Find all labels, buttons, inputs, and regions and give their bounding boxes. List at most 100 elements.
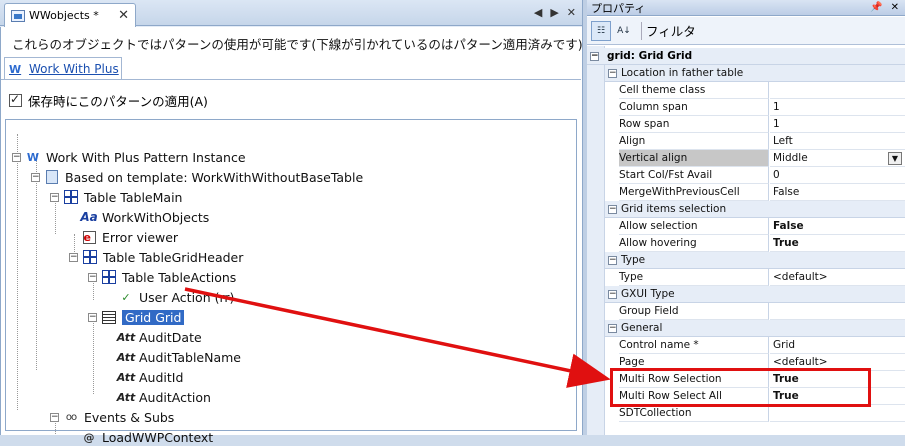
pin-icon[interactable]: 📌 [870,2,882,13]
property-category[interactable]: − Type [605,252,905,269]
tree-node-events[interactable]: − oo Events & Subs [50,408,174,426]
filter-button[interactable]: フィルタ [646,21,696,40]
collapse-icon[interactable]: − [608,69,617,78]
collapse-icon[interactable]: − [608,256,617,265]
property-row[interactable]: Start Col/Fst Avail 0 [605,167,905,184]
tree-node-text-block[interactable]: Aa WorkWithObjects [80,208,210,226]
pattern-description: これらのオブジェクトではパターンの使用が可能です(下線が引かれているのはパターン… [12,37,583,52]
tree-node-label: Error viewer [102,229,179,245]
tree-node-attribute[interactable]: Att AuditId [116,368,184,386]
categorized-icon[interactable]: ☷ [591,20,611,41]
property-key: Vertical align [619,150,769,167]
collapse-icon[interactable]: − [608,205,617,214]
tree-node-load-context[interactable]: @ LoadWWPContext [81,428,214,446]
tree-node-label: AuditTableName [139,349,241,365]
tree-node-template[interactable]: − Based on template: WorkWithWithoutBase… [31,168,363,186]
property-row[interactable]: Allow hovering True [605,235,905,252]
tree-node-user-action[interactable]: ✓ User Action (rr) [118,288,234,306]
collapse-icon[interactable]: − [88,312,97,322]
tree-node-attribute[interactable]: Att AuditAction [117,388,211,406]
tab-divider [1,79,581,80]
tree-node-attribute[interactable]: Att AuditTableName [117,348,241,366]
property-row[interactable]: Vertical align Middle ▼ [605,150,905,167]
tree-line [36,154,37,370]
document-window: WWobjects * ✕ ◀ ▶ ✕ これらのオブジェクトではパターンの使用が… [0,0,583,445]
collapse-icon[interactable]: − [31,172,40,182]
apply-on-save-checkbox[interactable] [9,92,22,107]
document-tab-wwobjects[interactable]: WWobjects * ✕ [4,3,136,27]
tree-line [93,314,94,394]
close-window-icon[interactable]: ✕ [567,6,576,19]
property-row[interactable]: Allow selection False [605,218,905,235]
alphabetical-icon[interactable]: A↓ [614,21,634,41]
property-value[interactable]: 1 [770,99,905,116]
property-value[interactable]: Middle [770,150,905,167]
table-icon [83,250,97,264]
property-value[interactable]: False [770,184,905,201]
tree-node-label: WorkWithObjects [102,209,210,225]
property-category[interactable]: − Location in father table [605,65,905,82]
tab-work-with-plus[interactable]: W Work With Plus [4,57,122,79]
close-panel-icon[interactable]: ✕ [891,2,899,13]
document-tab-label: WWobjects * [29,9,99,22]
property-value[interactable]: <default> [770,269,905,286]
property-row[interactable]: Cell theme class [605,82,905,99]
collapse-icon[interactable]: − [608,290,617,299]
tree-node-error-viewer[interactable]: e Error viewer [81,228,178,246]
property-row[interactable]: Column span 1 [605,99,905,116]
tree-node-table-actions[interactable]: − Table TableActions [88,268,236,286]
tree-node-grid[interactable]: − Grid Grid [88,308,185,326]
collapse-icon[interactable]: − [590,52,599,61]
scroll-right-icon[interactable]: ▶ [550,6,558,19]
property-category[interactable]: − GXUI Type [605,286,905,303]
tree-node-grid-header[interactable]: − Table TableGridHeader [69,248,243,266]
property-row[interactable]: Row span 1 [605,116,905,133]
property-row[interactable]: SDTCollection [605,405,905,422]
close-tab-icon[interactable]: ✕ [118,8,129,23]
apply-on-save-row[interactable]: 保存時にこのパターンの適用(A) [9,91,208,110]
property-key: SDTCollection [619,405,769,422]
property-row[interactable]: Control name * Grid [605,337,905,354]
tree-node-root[interactable]: − W Work With Plus Pattern Instance [12,148,246,166]
window-controls: ◀ ▶ ✕ [534,6,576,19]
property-key: Allow selection [619,218,769,235]
collapse-icon[interactable]: − [50,192,59,202]
property-value[interactable] [770,82,905,99]
tree-node-table-main[interactable]: − Table TableMain [50,188,182,206]
collapse-icon[interactable]: − [50,412,59,422]
property-row[interactable]: Group Field [605,303,905,320]
collapse-icon[interactable]: − [608,324,617,333]
property-key: Column span [619,99,769,116]
property-category[interactable]: − Grid items selection [605,201,905,218]
property-value[interactable]: False [770,218,905,235]
property-value[interactable]: True [770,235,905,252]
property-value[interactable] [770,303,905,320]
toolbar-separator [641,21,642,40]
property-row[interactable]: Type <default> [605,269,905,286]
scroll-left-icon[interactable]: ◀ [534,6,542,19]
dropdown-arrow-icon[interactable]: ▼ [888,152,902,165]
collapse-icon[interactable]: − [69,252,78,262]
property-value[interactable]: 1 [770,116,905,133]
property-value[interactable]: Left [770,133,905,150]
tree-node-label: User Action (rr) [139,289,235,305]
collapse-icon[interactable]: − [12,152,21,162]
collapse-icon[interactable]: − [88,272,97,282]
template-icon [46,170,58,184]
property-row[interactable]: Align Left [605,133,905,150]
tree-node-label: LoadWWPContext [102,429,214,445]
property-value[interactable]: 0 [770,167,905,184]
property-category[interactable]: − General [605,320,905,337]
property-key: Type [619,269,769,286]
property-root[interactable]: − grid: Grid Grid [587,48,905,65]
tree-node-attribute[interactable]: Att AuditDate [117,328,202,346]
highlight-box [610,368,871,407]
property-value[interactable] [770,405,905,422]
table-icon [102,270,116,284]
property-value[interactable]: Grid [770,337,905,354]
tree-node-label: AuditId [139,369,184,385]
property-key: Cell theme class [619,82,769,99]
property-key: Group Field [619,303,769,320]
property-row[interactable]: MergeWithPreviousCell False [605,184,905,201]
attribute-icon: Att [116,370,136,384]
